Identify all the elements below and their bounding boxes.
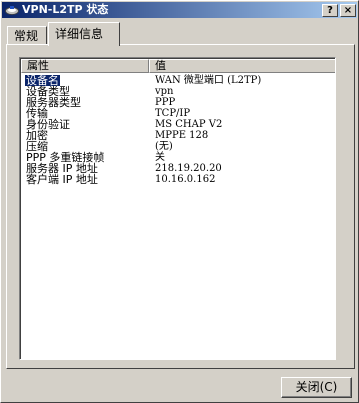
- property-value: MPPE 128: [155, 130, 209, 141]
- table-row[interactable]: 服务器类型 PPP: [21, 97, 335, 108]
- table-row[interactable]: 客户端 IP 地址 10.16.0.162: [21, 174, 335, 185]
- property-value: 218.19.20.20: [155, 163, 222, 174]
- table-row[interactable]: 加密 MPPE 128: [21, 130, 335, 141]
- tab-details[interactable]: 详细信息: [48, 22, 120, 46]
- property-value: 关: [155, 152, 165, 163]
- property-value: vpn: [155, 86, 174, 97]
- table-row[interactable]: 身份验证 MS CHAP V2: [21, 119, 335, 130]
- property-value: (无): [155, 141, 173, 152]
- close-icon: ×: [343, 5, 353, 16]
- tab-general[interactable]: 常规: [7, 26, 47, 46]
- help-icon: ?: [327, 5, 333, 16]
- property-value: PPP: [155, 97, 176, 108]
- property-name: 客户端 IP 地址: [26, 173, 98, 186]
- property-value: MS CHAP V2: [155, 119, 223, 130]
- details-list-inner: 属性 值 设备名 WAN 微型端口 (L2TP) 设备类型 vpn 服务器类型 …: [20, 58, 335, 359]
- details-list[interactable]: 属性 值 设备名 WAN 微型端口 (L2TP) 设备类型 vpn 服务器类型 …: [19, 57, 336, 360]
- close-button[interactable]: 关闭(C): [281, 377, 352, 398]
- column-header-property[interactable]: 属性: [21, 59, 149, 73]
- column-header-value[interactable]: 值: [149, 59, 335, 73]
- close-window-button[interactable]: ×: [340, 4, 356, 17]
- property-value: TCP/IP: [155, 108, 191, 119]
- title-bar[interactable]: VPN-L2TP 状态 ? ×: [2, 2, 357, 18]
- help-button[interactable]: ?: [322, 4, 338, 17]
- vpn-status-window: VPN-L2TP 状态 ? × 常规 详细信息 属性 值 设备名 WAN 微型端…: [0, 0, 359, 403]
- property-value: WAN 微型端口 (L2TP): [155, 75, 262, 86]
- property-value: 10.16.0.162: [155, 174, 216, 185]
- network-connection-icon: [5, 6, 19, 15]
- window-title: VPN-L2TP 状态: [22, 3, 109, 16]
